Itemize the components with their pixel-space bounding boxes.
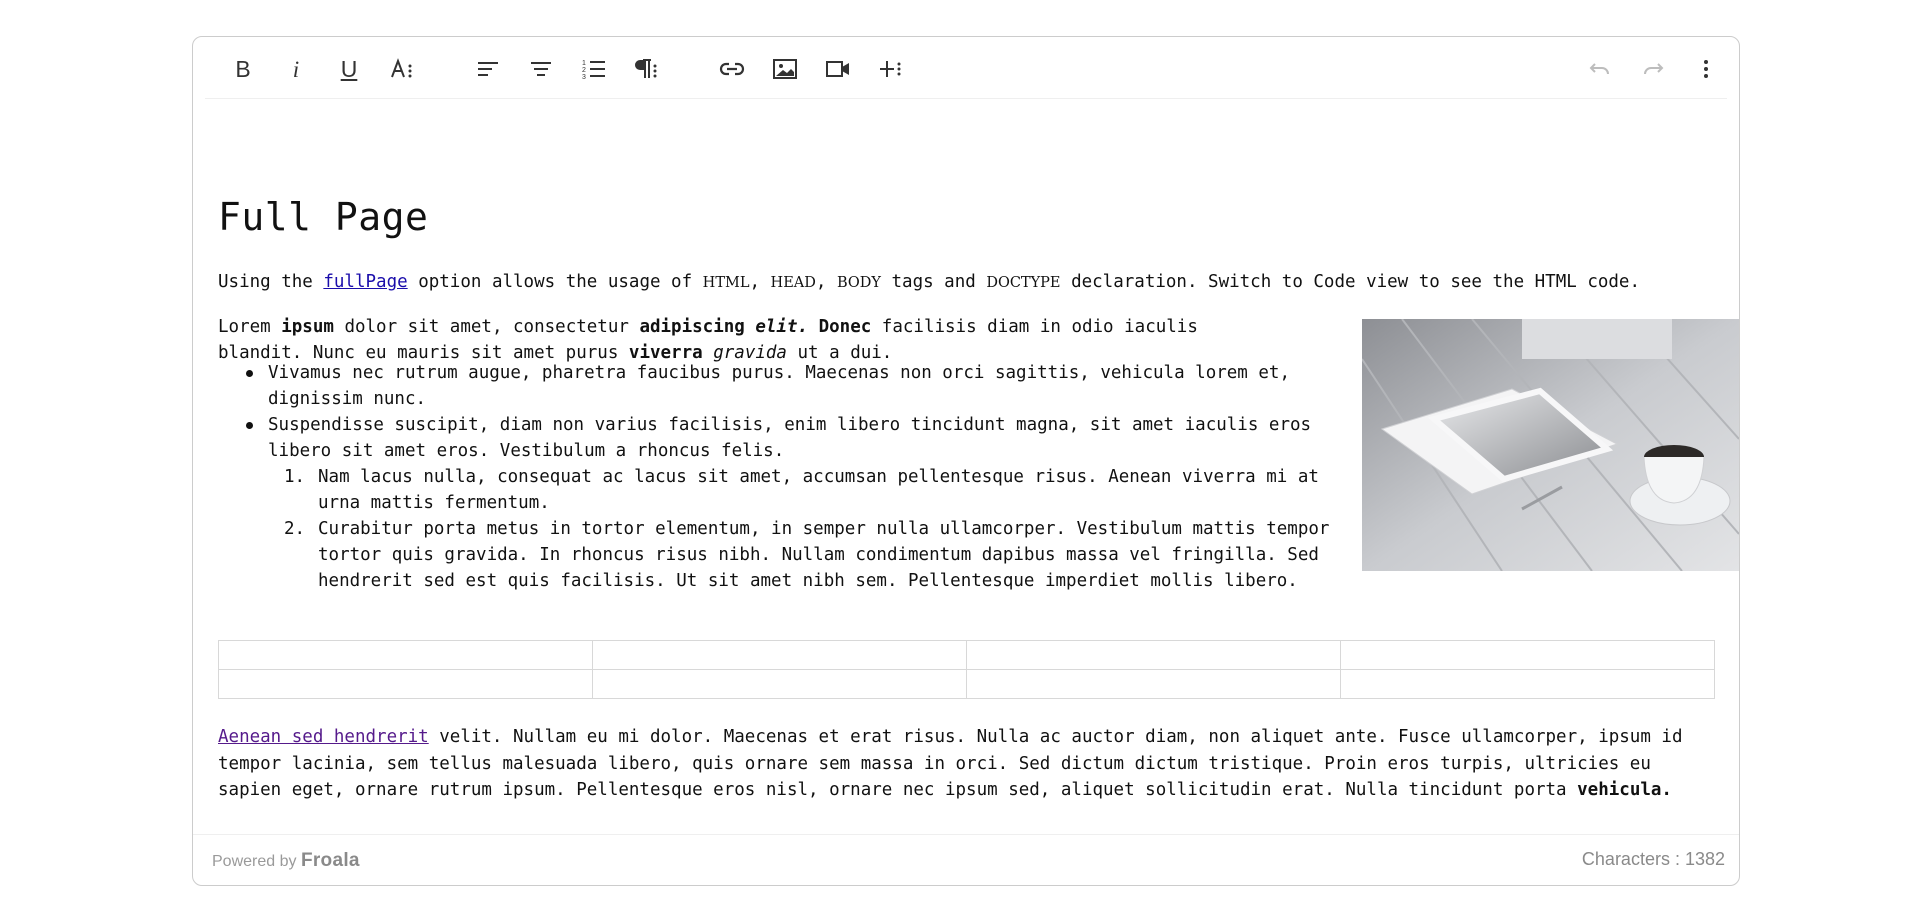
bullet-list-item: Suspendisse suscipit, diam non varius fa… bbox=[218, 412, 1328, 464]
lorem-bold: Donec bbox=[808, 317, 872, 337]
numbered-list-item: 1. Nam lacus nulla, consequat ac lacus s… bbox=[218, 464, 1328, 516]
intro-text: option allows the usage of bbox=[407, 272, 703, 292]
closing-bold: vehicula. bbox=[1577, 780, 1672, 800]
closing-paragraph: Aenean sed hendrerit velit. Nullam eu mi… bbox=[218, 724, 1718, 804]
bullet-dot bbox=[246, 422, 253, 429]
svg-text:1: 1 bbox=[582, 60, 586, 67]
body-tag-text: BODY bbox=[836, 275, 881, 291]
numbered-text: Curabitur porta metus in tortor elementu… bbox=[318, 519, 1330, 591]
rich-text-editor: B i U 1 2 3 Full Page Using the fullPage… bbox=[192, 36, 1740, 886]
svg-text:3: 3 bbox=[582, 74, 586, 80]
video-icon bbox=[826, 61, 849, 77]
align-center-button[interactable] bbox=[522, 50, 560, 88]
bullet-text: Suspendisse suscipit, diam non varius fa… bbox=[268, 415, 1312, 461]
italic-button[interactable]: i bbox=[277, 50, 315, 88]
ordered-list-icon: 1 2 3 bbox=[582, 60, 605, 80]
svg-text:2: 2 bbox=[582, 67, 586, 74]
fullpage-link[interactable]: fullPage bbox=[323, 272, 407, 292]
table-cell[interactable] bbox=[218, 669, 593, 699]
lorem-bold-italic: elit. bbox=[755, 317, 809, 337]
link-icon bbox=[719, 62, 745, 76]
table-row bbox=[218, 669, 1715, 699]
undo-icon bbox=[1589, 63, 1609, 75]
table-cell[interactable] bbox=[592, 640, 967, 670]
table-cell[interactable] bbox=[966, 669, 1341, 699]
intro-paragraph: Using the fullPage option allows the usa… bbox=[218, 269, 1640, 296]
froala-logo: Froala bbox=[300, 850, 360, 871]
intro-text: Using the bbox=[218, 272, 324, 292]
underline-icon: U bbox=[340, 55, 358, 82]
align-center-icon bbox=[531, 62, 551, 76]
table-cell[interactable] bbox=[218, 640, 593, 670]
aenean-link[interactable]: Aenean sed hendrerit bbox=[218, 727, 429, 747]
powered-by-label: Powered by bbox=[212, 853, 297, 870]
table-cell[interactable] bbox=[1340, 640, 1715, 670]
bold-button[interactable]: B bbox=[224, 50, 262, 88]
list-number: 2. bbox=[284, 519, 306, 539]
bold-icon: B bbox=[235, 55, 251, 82]
bullet-dot bbox=[246, 370, 253, 377]
character-count: Characters : 1382 bbox=[1581, 849, 1725, 869]
align-left-icon bbox=[478, 62, 498, 76]
desk-tablet-coffee-image[interactable] bbox=[1362, 319, 1739, 571]
insert-video-button[interactable] bbox=[819, 50, 857, 88]
insert-more-button[interactable] bbox=[872, 50, 910, 88]
lorem-paragraph: Lorem ipsum dolor sit amet, consectetur … bbox=[218, 314, 1288, 366]
editor-footer: Powered by Froala Characters : 1382 bbox=[193, 834, 1739, 885]
paragraph-format-button[interactable] bbox=[628, 50, 666, 88]
vertical-dots-icon bbox=[1704, 60, 1708, 78]
text-format-button[interactable] bbox=[383, 50, 421, 88]
bullet-list-item: Vivamus nec rutrum augue, pharetra fauci… bbox=[218, 360, 1328, 412]
intro-text: , bbox=[749, 272, 771, 292]
table-cell[interactable] bbox=[966, 640, 1341, 670]
bullet-text: Vivamus nec rutrum augue, pharetra fauci… bbox=[268, 363, 1290, 409]
lorem-text: dolor sit amet, consectetur bbox=[333, 317, 640, 337]
closing-text: velit. Nullam eu mi dolor. Maecenas et e… bbox=[218, 727, 1683, 800]
photo-illustration bbox=[1362, 319, 1739, 571]
table-cell[interactable] bbox=[592, 669, 967, 699]
insert-image-button[interactable] bbox=[766, 50, 804, 88]
intro-text: declaration. Switch to Code view to see … bbox=[1060, 272, 1641, 292]
head-tag-text: HEAD bbox=[770, 275, 816, 291]
list-number: 1. bbox=[284, 467, 306, 487]
lorem-text: Lorem bbox=[218, 317, 282, 337]
page-title: Full Page bbox=[218, 195, 429, 239]
insert-link-button[interactable] bbox=[713, 50, 751, 88]
text-format-icon bbox=[391, 58, 412, 78]
underline-button[interactable]: U bbox=[330, 50, 368, 88]
html-tag-text: HTML bbox=[702, 275, 750, 291]
more-options-button[interactable] bbox=[1687, 50, 1725, 88]
table-cell[interactable] bbox=[1340, 669, 1715, 699]
ordered-list-button[interactable]: 1 2 3 bbox=[575, 50, 613, 88]
powered-by-badge[interactable]: Powered by Froala bbox=[212, 850, 360, 872]
intro-text: tags and bbox=[880, 272, 987, 292]
italic-icon: i bbox=[292, 56, 300, 82]
image-icon bbox=[773, 59, 797, 79]
intro-text: , bbox=[815, 272, 837, 292]
lorem-bold: ipsum bbox=[281, 317, 334, 337]
undo-button[interactable] bbox=[1581, 50, 1619, 88]
plus-more-icon bbox=[880, 61, 901, 77]
doctype-tag-text: DOCTYPE bbox=[986, 275, 1061, 291]
lorem-bold: adipiscing bbox=[639, 317, 756, 337]
align-left-button[interactable] bbox=[469, 50, 507, 88]
editor-toolbar: B i U 1 2 3 bbox=[205, 37, 1727, 99]
paragraph-format-icon bbox=[635, 59, 657, 78]
content-table[interactable] bbox=[218, 640, 1715, 699]
table-row bbox=[218, 640, 1715, 670]
redo-icon bbox=[1644, 63, 1664, 75]
numbered-text: Nam lacus nulla, consequat ac lacus sit … bbox=[318, 467, 1319, 513]
redo-button[interactable] bbox=[1634, 50, 1672, 88]
